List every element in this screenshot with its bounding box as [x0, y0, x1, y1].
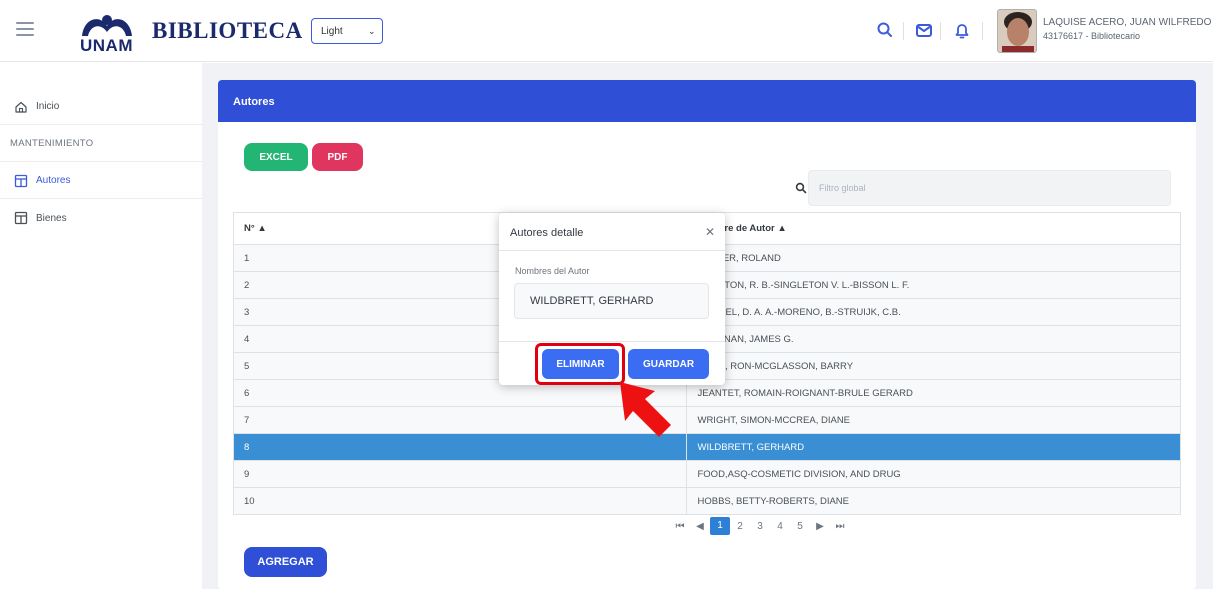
- cell-nombre: JEANTET, ROMAIN-ROIGNANT-BRULE GERARD: [686, 379, 1181, 407]
- cell-nombre: FOOD,ASQ-COSMETIC DIVISION, AND DRUG: [686, 460, 1181, 488]
- sidebar-item-label: Autores: [36, 175, 71, 186]
- page-button-5[interactable]: 5: [790, 521, 810, 532]
- save-button[interactable]: GUARDAR: [628, 349, 709, 379]
- search-icon[interactable]: [875, 20, 895, 40]
- add-author-button[interactable]: AGREGAR: [244, 547, 327, 577]
- bell-icon[interactable]: [952, 20, 972, 40]
- prev-page-icon[interactable]: ◀︎: [690, 521, 710, 532]
- user-name: LAQUISE ACERO, JUAN WILFREDO: [1043, 17, 1212, 28]
- last-page-icon[interactable]: ⏭︎: [830, 521, 850, 532]
- cell-nombre: MILLS, RON-MCGLASSON, BARRY: [686, 352, 1181, 380]
- cell-nombre: WILDBRETT, GERHARD: [686, 433, 1181, 461]
- next-page-icon[interactable]: ▶︎: [810, 521, 830, 532]
- divider: [499, 341, 725, 342]
- home-icon: [15, 101, 27, 113]
- page-button-2[interactable]: 2: [730, 521, 750, 532]
- sidebar-item-autores[interactable]: Autores: [0, 163, 202, 199]
- cell-numero: 10: [232, 487, 688, 515]
- table-icon: [14, 211, 28, 225]
- table-row[interactable]: 9 FOOD,ASQ-COSMETIC DIVISION, AND DRUG: [232, 460, 1181, 488]
- unam-logo: UNAM: [74, 12, 140, 58]
- excel-export-button[interactable]: EXCEL: [244, 143, 308, 171]
- hamburger-menu-icon[interactable]: [16, 22, 34, 38]
- sort-icon: ▲︎: [257, 223, 267, 234]
- user-role: 43176617 - Bibliotecario: [1043, 31, 1141, 41]
- global-filter-input[interactable]: Filtro global: [808, 170, 1171, 206]
- table-row[interactable]: 7 WRIGHT, SIMON-MCCREA, DIANE: [232, 406, 1181, 434]
- page-button-4[interactable]: 4: [770, 521, 790, 532]
- first-page-icon[interactable]: ⏮︎: [670, 521, 690, 532]
- page-button-1[interactable]: 1: [710, 517, 730, 535]
- brand-title: BIBLIOTECA: [152, 18, 303, 43]
- divider: [903, 22, 904, 40]
- cell-nombre: GLASER, ROLAND: [686, 244, 1181, 272]
- sidebar-item-label: Inicio: [36, 101, 60, 112]
- highlight-box: [535, 343, 625, 385]
- search-icon: [795, 182, 807, 194]
- dialog-title: Autores detalle: [510, 227, 584, 239]
- page-button-3[interactable]: 3: [750, 521, 770, 532]
- cell-nombre: HOBBS, BETTY-ROBERTS, DIANE: [686, 487, 1181, 515]
- author-name-field[interactable]: WILDBRETT, GERHARD: [514, 283, 709, 319]
- divider: [499, 250, 725, 251]
- avatar[interactable]: [997, 9, 1037, 53]
- logo-text: UNAM: [80, 36, 133, 55]
- theme-selected-value: Light: [321, 25, 343, 37]
- cell-nombre: BRENNAN, JAMES G.: [686, 325, 1181, 353]
- pagination: ⏮︎ ◀︎ 1 2 3 4 5 ▶︎ ⏭︎: [670, 517, 850, 535]
- cell-nombre: MOULTON, R. B.-SINGLETON V. L.-BISSON L.…: [686, 271, 1181, 299]
- cell-nombre: WRIGHT, SIMON-MCCREA, DIANE: [686, 406, 1181, 434]
- sidebar-item-label: Bienes: [36, 212, 67, 224]
- close-icon[interactable]: ✕: [705, 225, 715, 239]
- table-row[interactable]: 10 HOBBS, BETTY-ROBERTS, DIANE: [232, 487, 1181, 515]
- theme-select[interactable]: Light ⌄: [311, 18, 383, 44]
- divider: [982, 22, 983, 40]
- table-icon: [14, 174, 28, 187]
- arrow-pointer-icon: [620, 382, 671, 437]
- filter-placeholder: Filtro global: [819, 183, 866, 193]
- mail-icon[interactable]: [914, 20, 934, 40]
- sort-icon: ▲︎: [777, 223, 787, 234]
- top-bar: UNAM BIBLIOTECA Light ⌄ LAQUISE ACERO, J…: [0, 0, 1213, 62]
- cell-numero: 9: [232, 460, 688, 488]
- sidebar-section-mantenimiento: MANTENIMIENTO: [0, 126, 202, 162]
- sidebar: Inicio MANTENIMIENTO Autores Bienes: [0, 63, 202, 589]
- pdf-export-button[interactable]: PDF: [312, 143, 363, 171]
- card-title: Autores: [218, 80, 1196, 122]
- sidebar-item-inicio[interactable]: Inicio: [0, 89, 202, 125]
- sidebar-item-bienes[interactable]: Bienes: [0, 200, 202, 236]
- chevron-down-icon: ⌄: [368, 25, 376, 36]
- divider: [940, 22, 941, 40]
- column-header-nombre[interactable]: Nombre de Autor ▲︎: [686, 212, 1181, 245]
- field-label: Nombres del Autor: [515, 266, 590, 276]
- table-row-selected[interactable]: 8 WILDBRETT, GERHARD: [232, 433, 1181, 461]
- cell-nombre: MOSSEL, D. A. A.-MORENO, B.-STRUIJK, C.B…: [686, 298, 1181, 326]
